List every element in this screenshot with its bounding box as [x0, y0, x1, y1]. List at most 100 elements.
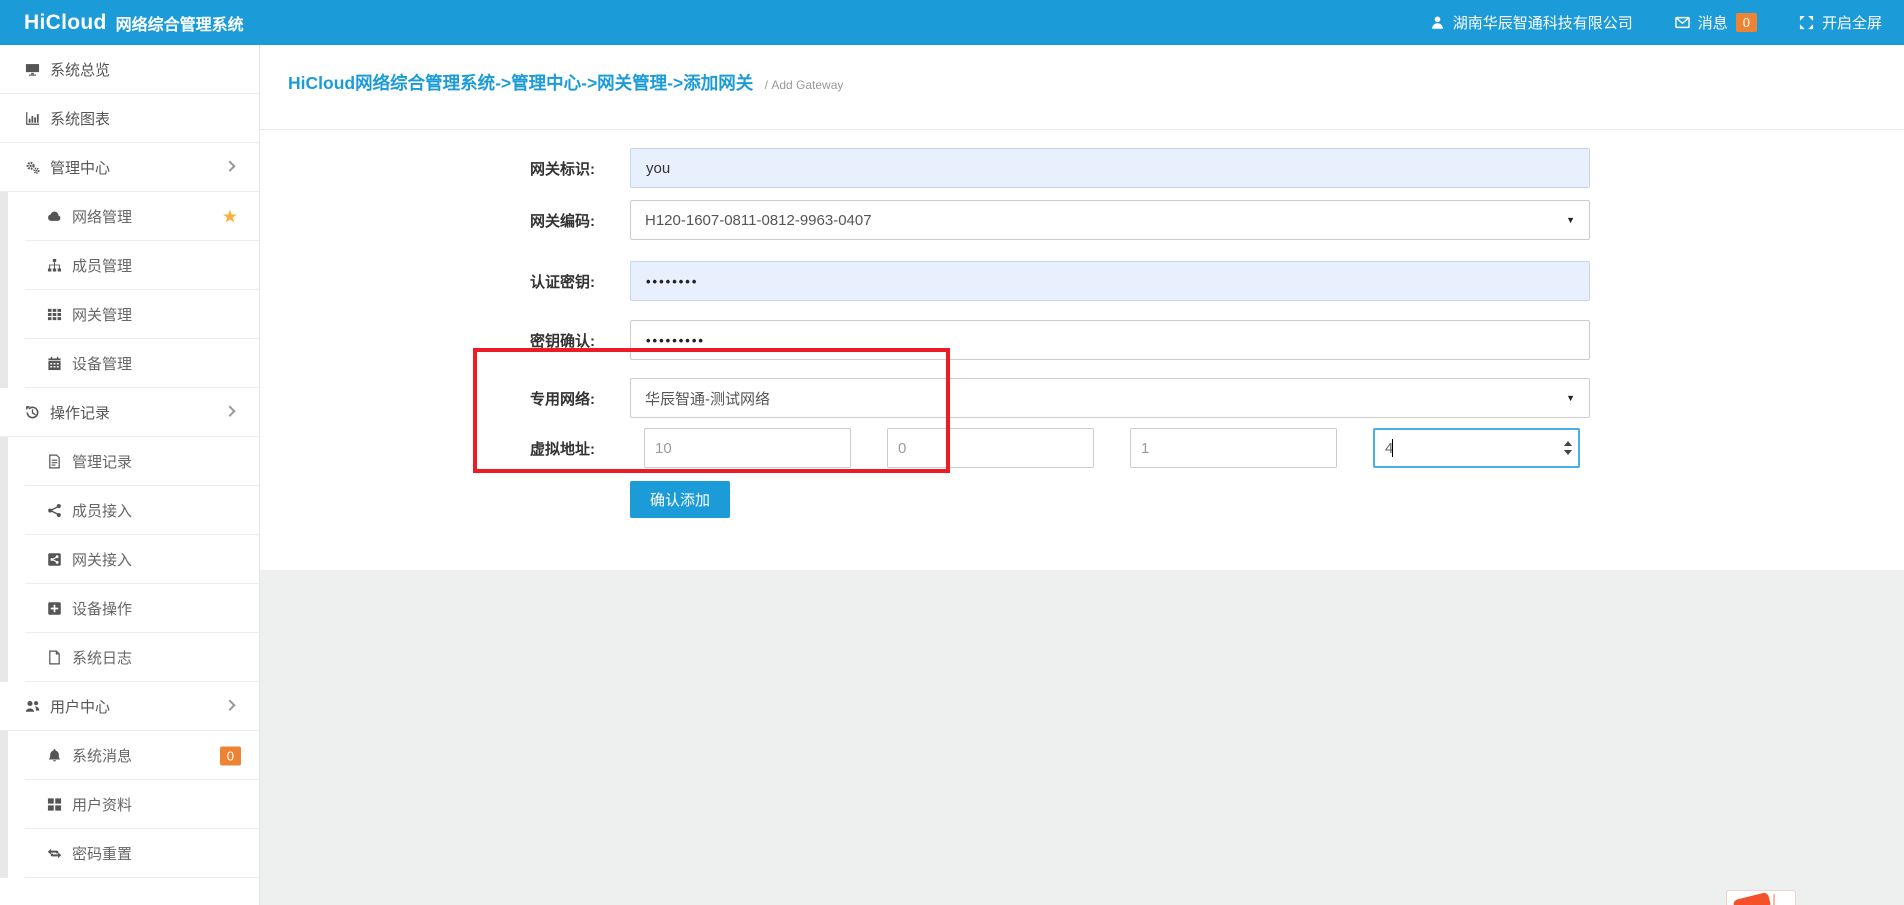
chevron-down-icon: ▼ [1566, 393, 1575, 403]
page: HiCloud 网络综合管理系统 湖南华辰智通科技有限公司 消息 0 开启全屏 … [0, 0, 1904, 905]
history-icon [25, 405, 40, 420]
fullscreen-icon [1799, 15, 1814, 30]
form-row-gateway-code: 网关编码: H120-1607-0811-0812-9963-0407 ▼ [260, 200, 1904, 240]
confirm-add-button[interactable]: 确认添加 [630, 481, 730, 518]
messages-count-badge: 0 [1736, 13, 1757, 32]
users-icon [25, 699, 40, 714]
message-count-badge: 0 [220, 746, 241, 765]
virtual-address-label: 虚拟地址: [260, 438, 595, 459]
sidebar-item-member-access[interactable]: 成员接入 [0, 486, 259, 535]
virtual-address-octet-2[interactable] [887, 428, 1094, 468]
plus-square-icon [47, 601, 62, 616]
chevron-down-icon: ▼ [1566, 215, 1575, 225]
sidebar-item-label: 成员管理 [72, 255, 132, 276]
content-background [260, 570, 1904, 905]
chart-icon [25, 111, 40, 126]
sidebar-item-user-profile[interactable]: 用户资料 [0, 780, 259, 829]
fullscreen-label: 开启全屏 [1822, 12, 1882, 33]
virtual-address-octet-1[interactable] [644, 428, 851, 468]
auth-key-input[interactable] [630, 261, 1590, 301]
sidebar-item-password-reset[interactable]: 密码重置 [0, 829, 259, 878]
share-icon [47, 503, 62, 518]
sidebar-item-label: 系统消息 [72, 745, 132, 766]
private-network-label: 专用网络: [260, 388, 595, 409]
fullscreen-button[interactable]: 开启全屏 [1799, 12, 1882, 33]
th-large-icon [47, 797, 62, 812]
virtual-address-octet-4[interactable] [1373, 428, 1580, 468]
sitemap-icon [47, 258, 62, 273]
sidebar-item-system-overview[interactable]: 系统总览 [0, 45, 259, 94]
sidebar-item-label: 系统总览 [50, 59, 110, 80]
sidebar-item-operation-logs[interactable]: 操作记录 [0, 388, 259, 437]
form-row-key-confirm: 密钥确认: [260, 320, 1904, 360]
add-gateway-form: 网关标识: 网关编码: H120-1607-0811-0812-9963-040… [260, 148, 1904, 518]
sidebar: 系统总览系统图表管理中心网络管理 ★ 成员管理网关管理设备管理操作记录管理记录成员接… [0, 45, 260, 905]
gateway-code-select[interactable]: H120-1607-0811-0812-9963-0407 ▼ [630, 200, 1590, 240]
company-name: 湖南华辰智通科技有限公司 [1453, 12, 1633, 33]
sidebar-item-admin-center[interactable]: 管理中心 [0, 143, 259, 192]
sidebar-item-label: 网关管理 [72, 304, 132, 325]
virtual-address-octet-4-wrapper [1373, 428, 1580, 468]
chevron-right-icon [224, 406, 235, 417]
chevron-right-icon [224, 700, 235, 711]
sidebar-item-gateway-mgmt[interactable]: 网关管理 [0, 290, 259, 339]
user-icon [1430, 15, 1445, 30]
sidebar-item-system-logs[interactable]: 系统日志 [0, 633, 259, 682]
share-square-icon [47, 552, 62, 567]
sidebar-item-label: 管理中心 [50, 157, 110, 178]
widget-logo-icon [1733, 892, 1772, 905]
sidebar-item-label: 网关接入 [72, 549, 132, 570]
grid-icon [47, 307, 62, 322]
sidebar-item-member-mgmt[interactable]: 成员管理 [0, 241, 259, 290]
breadcrumb-subtitle: / Add Gateway [765, 78, 844, 92]
sidebar-item-user-center[interactable]: 用户中心 [0, 682, 259, 731]
sidebar-item-label: 设备管理 [72, 353, 132, 374]
company-menu[interactable]: 湖南华辰智通科技有限公司 [1430, 12, 1633, 33]
sidebar-item-label: 系统图表 [50, 108, 110, 129]
number-stepper[interactable] [1564, 428, 1572, 468]
sidebar-item-label: 成员接入 [72, 500, 132, 521]
sidebar-item-system-charts[interactable]: 系统图表 [0, 94, 259, 143]
monitor-icon [25, 62, 40, 77]
sidebar-item-label: 用户资料 [72, 794, 132, 815]
gateway-code-value: H120-1607-0811-0812-9963-0407 [645, 212, 872, 229]
breadcrumb-bar: HiCloud网络综合管理系统->管理中心->网关管理->添加网关 / Add … [260, 45, 1904, 130]
sidebar-item-system-messages[interactable]: 系统消息 0 [0, 731, 259, 780]
form-row-auth-key: 认证密钥: [260, 261, 1904, 301]
favorite-star-icon[interactable]: ★ [222, 207, 238, 225]
sidebar-item-label: 管理记录 [72, 451, 132, 472]
sidebar-item-label: 操作记录 [50, 402, 110, 423]
sidebar-item-admin-records[interactable]: 管理记录 [0, 437, 259, 486]
sidebar-item-label: 网络管理 [72, 206, 132, 227]
retweet-icon [47, 846, 62, 861]
sidebar-item-label: 密码重置 [72, 843, 132, 864]
sidebar-item-device-operations[interactable]: 设备操作 [0, 584, 259, 633]
gateway-id-label: 网关标识: [260, 158, 595, 179]
text-cursor [1392, 439, 1393, 457]
form-row-gateway-id: 网关标识: [260, 148, 1904, 188]
form-row-private-network: 专用网络: 华辰智通-测试网络 ▼ [260, 378, 1904, 418]
form-row-virtual-address: 虚拟地址: [260, 428, 1904, 468]
main-content: HiCloud网络综合管理系统->管理中心->网关管理->添加网关 / Add … [260, 45, 1904, 905]
file-icon [47, 650, 62, 665]
calendar-icon [47, 356, 62, 371]
virtual-address-octet-3[interactable] [1130, 428, 1337, 468]
sidebar-item-network-mgmt[interactable]: 网络管理 ★ [0, 192, 259, 241]
sidebar-item-gateway-access[interactable]: 网关接入 [0, 535, 259, 584]
sidebar-item-label: 设备操作 [72, 598, 132, 619]
key-confirm-label: 密钥确认: [260, 330, 595, 351]
gateway-id-input[interactable] [630, 148, 1590, 188]
chevron-right-icon [224, 161, 235, 172]
brand-suffix: 网络综合管理系统 [116, 11, 244, 35]
sidebar-item-label: 系统日志 [72, 647, 132, 668]
key-confirm-input[interactable] [630, 320, 1590, 360]
sidebar-item-device-mgmt[interactable]: 设备管理 [0, 339, 259, 388]
private-network-select[interactable]: 华辰智通-测试网络 ▼ [630, 378, 1590, 418]
messages-label: 消息 [1698, 12, 1728, 33]
messages-menu[interactable]: 消息 0 [1675, 12, 1757, 33]
floating-widget[interactable] [1726, 890, 1796, 905]
gateway-code-label: 网关编码: [260, 210, 595, 231]
cloud-icon [47, 209, 62, 224]
file-text-icon [47, 454, 62, 469]
breadcrumb: HiCloud网络综合管理系统->管理中心->网关管理->添加网关 [288, 73, 753, 93]
